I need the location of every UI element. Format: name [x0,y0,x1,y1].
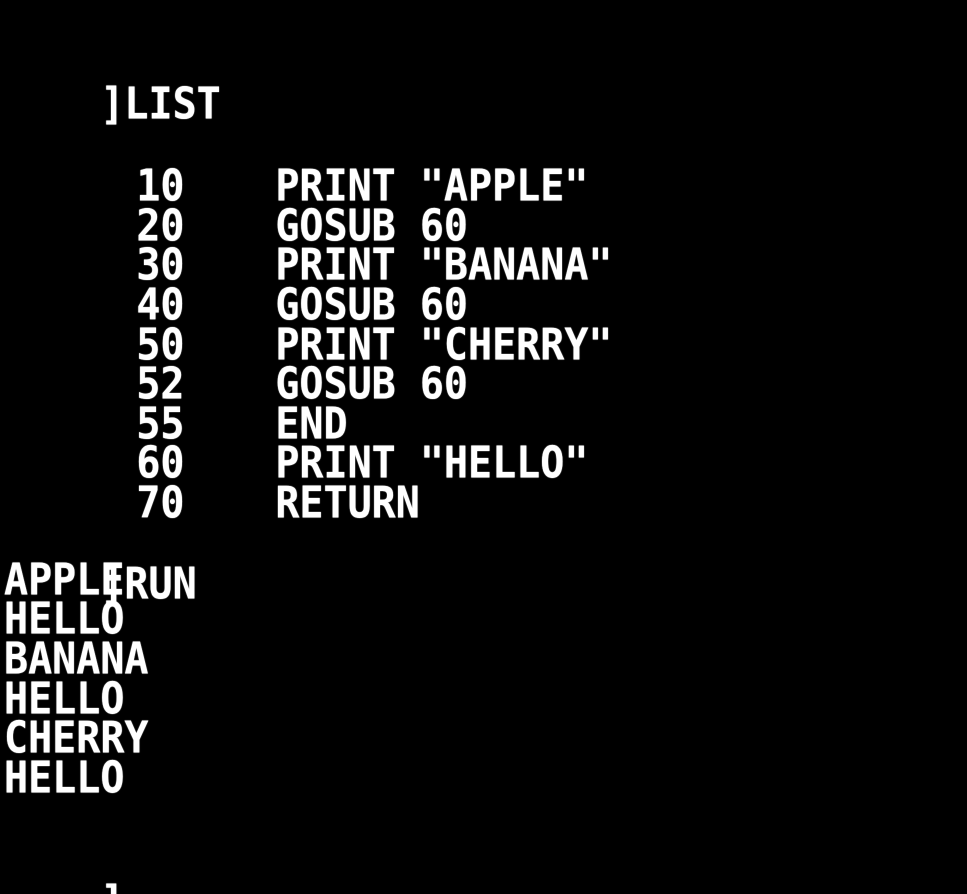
run-command: RUN [124,558,197,610]
apple-basic-terminal[interactable]: ]LIST 10 PRINT "APPLE" 20 GOSUB 60 30 PRINT… [0,0,967,894]
statement: RETURN [275,477,420,529]
input-prompt-line[interactable]: ] [4,836,124,894]
program-line: 55 END [4,358,347,446]
prompt-glyph: ] [100,880,124,894]
program-line: 10 PRINT "APPLE" [4,120,588,208]
program-line: 20 GOSUB 60 [4,160,468,248]
list-command-line: ]LIST [4,38,220,126]
program-line: 60 PRINT "HELLO" [4,397,588,485]
program-line: 70 RETURN [4,437,420,525]
output-line: HELLO [4,752,125,804]
program-line: 30 PRINT "BANANA" [4,199,612,287]
program-line: 50 PRINT "CHERRY" [4,279,612,367]
program-line: 52 GOSUB 60 [4,318,468,406]
program-line: 40 GOSUB 60 [4,239,468,327]
